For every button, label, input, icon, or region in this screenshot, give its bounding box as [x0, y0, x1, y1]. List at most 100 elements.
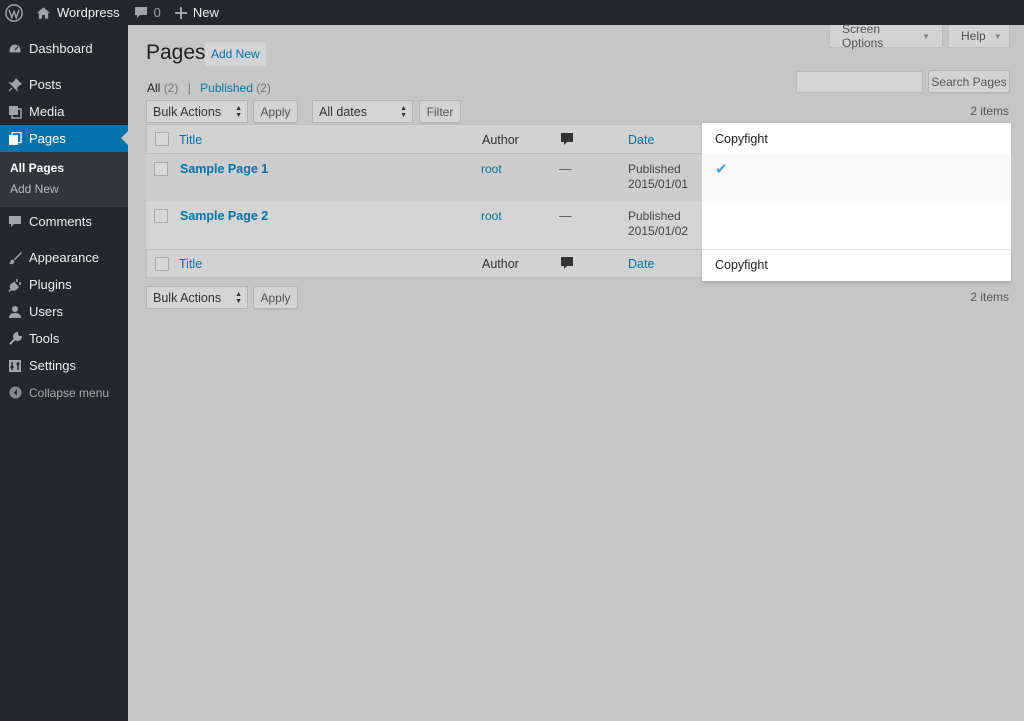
- menu-pages[interactable]: Pages: [0, 125, 128, 152]
- collapse-arrow-icon: [8, 386, 22, 400]
- wrench-icon: [8, 331, 22, 346]
- comment-count: —: [559, 209, 572, 223]
- caret-down-icon: ▼: [993, 31, 1002, 41]
- menu-label: Pages: [29, 131, 66, 146]
- comment-column-icon: [561, 133, 573, 149]
- copyfight-cell: [702, 201, 1011, 249]
- menu-tools[interactable]: Tools: [0, 325, 128, 352]
- submenu-all-pages[interactable]: All Pages: [0, 158, 128, 179]
- select-all-checkbox[interactable]: [155, 132, 169, 146]
- site-name-link[interactable]: Wordpress: [29, 0, 127, 25]
- comment-count: —: [559, 162, 572, 176]
- filter-all-count: (2): [163, 81, 179, 95]
- column-title-footer[interactable]: Title: [179, 257, 202, 271]
- page-title-link[interactable]: Sample Page 1: [180, 162, 268, 176]
- comment-bubble-icon: [134, 6, 148, 20]
- page-title-link[interactable]: Sample Page 2: [180, 209, 268, 223]
- page-title: Pages: [146, 41, 206, 64]
- help-tab[interactable]: Help ▼: [948, 25, 1010, 48]
- search-pages-button[interactable]: Search Pages: [928, 70, 1010, 93]
- help-label: Help: [961, 29, 986, 43]
- apply-button-bottom[interactable]: Apply: [253, 286, 298, 309]
- search-input[interactable]: [796, 71, 923, 93]
- copyfight-column-header: Copyfight: [702, 123, 1011, 154]
- menu-posts[interactable]: Posts: [0, 71, 128, 98]
- menu-label: Plugins: [29, 277, 72, 292]
- date-status: Published: [628, 162, 681, 176]
- copyfight-column-footer: Copyfight: [702, 249, 1011, 281]
- copyfight-cell: ✔: [702, 154, 1011, 201]
- filter-button[interactable]: Filter: [419, 100, 461, 123]
- date-status: Published: [628, 209, 681, 223]
- apply-button-top[interactable]: Apply: [253, 100, 298, 123]
- select-arrows-icon: ▲ ▼: [235, 105, 242, 119]
- comment-column-icon: [561, 257, 573, 273]
- filter-published[interactable]: Published: [200, 81, 253, 95]
- menu-label: Tools: [29, 331, 60, 346]
- filter-all[interactable]: All: [147, 81, 160, 95]
- row-checkbox[interactable]: [154, 162, 168, 176]
- new-label: New: [192, 5, 219, 20]
- menu-users[interactable]: Users: [0, 298, 128, 325]
- plus-icon: [174, 6, 187, 19]
- menu-media[interactable]: Media: [0, 98, 128, 125]
- menu-dashboard[interactable]: Dashboard: [0, 35, 128, 62]
- dates-select[interactable]: All dates ▲ ▼: [312, 100, 413, 123]
- main-content: Screen Options ▼ Help ▼ Pages Add New Al…: [128, 22, 1024, 721]
- author-link[interactable]: root: [481, 162, 502, 176]
- menu-label: Comments: [29, 214, 92, 229]
- author-link[interactable]: root: [481, 209, 502, 223]
- filter-published-count: (2): [256, 81, 271, 95]
- select-all-checkbox-footer[interactable]: [155, 257, 169, 271]
- items-count-bottom: 2 items: [970, 290, 1009, 304]
- media-icon: [8, 105, 22, 119]
- wordpress-logo-icon[interactable]: [0, 0, 29, 25]
- bulk-actions-select-bottom[interactable]: Bulk Actions ▲ ▼: [146, 286, 248, 309]
- comments-icon: [8, 215, 22, 229]
- bulk-actions-select-top[interactable]: Bulk Actions ▲ ▼: [146, 100, 248, 123]
- menu-label: Dashboard: [29, 41, 93, 56]
- comments-link[interactable]: 0: [127, 0, 168, 25]
- menu-label: Posts: [29, 77, 62, 92]
- brush-icon: [8, 251, 22, 265]
- menu-comments[interactable]: Comments: [0, 208, 128, 235]
- user-icon: [8, 305, 22, 319]
- menu-settings[interactable]: Settings: [0, 352, 128, 379]
- add-new-button[interactable]: Add New: [205, 42, 266, 66]
- settings-icon: [8, 359, 22, 373]
- home-icon: [36, 6, 51, 20]
- pages-icon: [8, 131, 22, 146]
- column-author: Author: [482, 133, 519, 147]
- checkmark-icon: ✔: [715, 161, 728, 178]
- filter-separator: |: [187, 81, 191, 95]
- admin-sidebar: Dashboard Posts Media Pages All Pages Ad…: [0, 25, 128, 721]
- date-value: 2015/01/01: [628, 177, 689, 191]
- column-copyfight-footer: Copyfight: [715, 258, 768, 272]
- dashboard-icon: [8, 42, 22, 56]
- menu-appearance[interactable]: Appearance: [0, 244, 128, 271]
- column-title[interactable]: Title: [179, 133, 202, 147]
- screen-options-tab[interactable]: Screen Options ▼: [829, 22, 943, 50]
- dates-value: All dates: [319, 104, 367, 119]
- pin-icon: [8, 77, 22, 92]
- pages-submenu: All Pages Add New: [0, 152, 128, 207]
- screen-options-label: Screen Options: [842, 22, 884, 50]
- menu-plugins[interactable]: Plugins: [0, 271, 128, 298]
- collapse-menu-button[interactable]: Collapse menu: [0, 379, 128, 406]
- bulk-actions-value: Bulk Actions: [153, 104, 222, 119]
- new-content-link[interactable]: New: [168, 0, 226, 25]
- column-date[interactable]: Date: [628, 133, 654, 147]
- status-filter-links: All (2) | Published (2): [147, 81, 271, 95]
- select-arrows-icon: ▲ ▼: [235, 291, 242, 305]
- plugin-icon: [8, 278, 22, 292]
- column-date-footer[interactable]: Date: [628, 257, 654, 271]
- menu-label: Media: [29, 104, 65, 119]
- row-checkbox[interactable]: [154, 209, 168, 223]
- items-count-top: 2 items: [970, 104, 1009, 118]
- submenu-add-new[interactable]: Add New: [0, 179, 128, 200]
- comments-count: 0: [153, 5, 161, 20]
- column-author-footer: Author: [482, 257, 519, 271]
- site-name: Wordpress: [57, 5, 120, 20]
- bulk-actions-value: Bulk Actions: [153, 290, 222, 305]
- caret-down-icon: ▼: [922, 31, 930, 41]
